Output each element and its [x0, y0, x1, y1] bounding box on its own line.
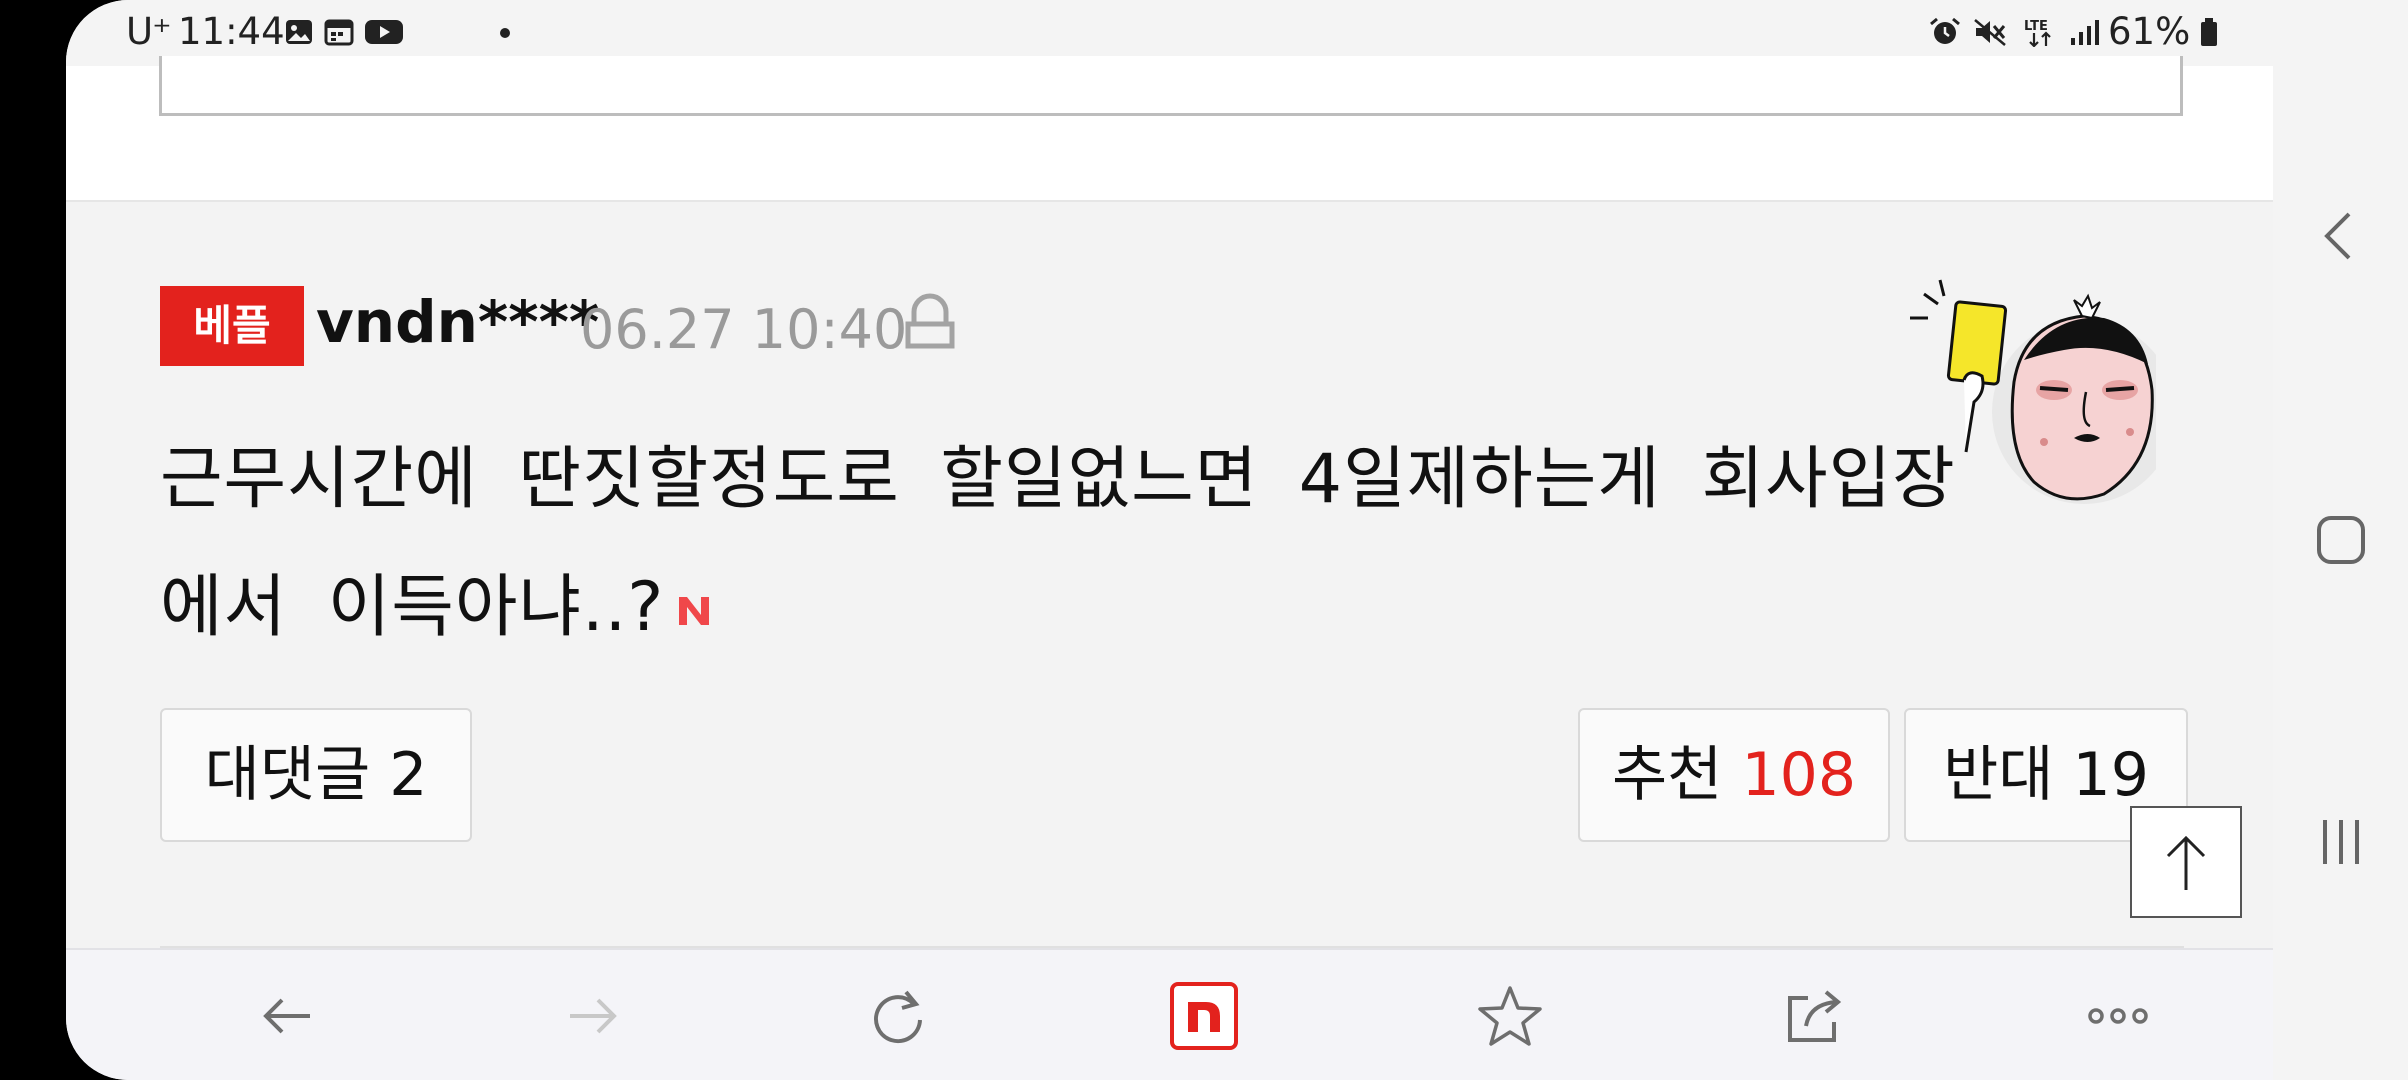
comment-username[interactable]: vndn**** — [316, 288, 599, 356]
previous-section — [66, 56, 2273, 200]
arrow-up-icon — [2166, 835, 2206, 890]
gallery-icon — [286, 20, 312, 44]
like-button[interactable]: 추천 108 — [1578, 708, 1890, 842]
lte-icon: LTE — [2024, 19, 2051, 47]
bookmark-star-icon[interactable] — [1474, 980, 1546, 1052]
like-count: 108 — [1741, 740, 1856, 810]
forward-icon[interactable] — [556, 980, 628, 1052]
battery-percent: 61% — [2108, 10, 2191, 53]
nav-home-icon[interactable] — [2311, 510, 2371, 570]
nav-back-icon[interactable] — [2311, 206, 2371, 266]
browser-toolbar — [66, 948, 2273, 1080]
calendar-icon — [324, 19, 354, 46]
alarm-icon — [1930, 17, 1960, 44]
naver-home-icon[interactable] — [1168, 980, 1240, 1052]
reply-button[interactable]: 대댓글 2 — [160, 708, 472, 842]
share-icon[interactable] — [1778, 980, 1850, 1052]
mute-icon — [1974, 19, 2006, 46]
back-icon[interactable] — [252, 980, 324, 1052]
previous-box — [159, 56, 2183, 116]
refresh-icon[interactable] — [862, 980, 934, 1052]
svg-text:LTE: LTE — [2024, 19, 2048, 34]
best-comment-badge: 베플 — [160, 286, 304, 366]
comment-text: 근무시간에 딴짓할정도로 할일없느면 4일제하는게 회사입장에서 이득아냐..? — [160, 440, 1956, 647]
dot-icon — [500, 28, 510, 38]
system-nav-bar — [2273, 0, 2408, 1080]
like-label: 추천 — [1611, 740, 1723, 810]
status-time: 11:44 — [178, 10, 285, 53]
profile-sticker-icon[interactable] — [1904, 272, 2156, 508]
carrier-label: U⁺ — [126, 10, 172, 53]
lock-icon[interactable] — [904, 292, 956, 354]
scroll-to-top-button[interactable] — [2130, 806, 2242, 918]
nav-recents-icon[interactable] — [2311, 812, 2371, 872]
more-icon[interactable] — [2082, 980, 2154, 1052]
naver-n-icon — [679, 597, 710, 626]
youtube-icon — [365, 20, 403, 44]
phone-screen: U⁺ 11:44 LTE 61% 베플 vndn**** 06.27 10:40… — [66, 0, 2408, 1080]
comment-body: 근무시간에 딴짓할정도로 할일없느면 4일제하는게 회사입장에서 이득아냐..? — [160, 416, 2000, 672]
signal-icon — [2071, 20, 2099, 45]
web-content: 베플 vndn**** 06.27 10:40 근무시간에 딴짓할정도로 할일없… — [66, 56, 2273, 948]
divider — [66, 200, 2273, 202]
comment-date: 06.27 10:40 — [580, 298, 908, 361]
battery-icon — [2201, 18, 2217, 46]
